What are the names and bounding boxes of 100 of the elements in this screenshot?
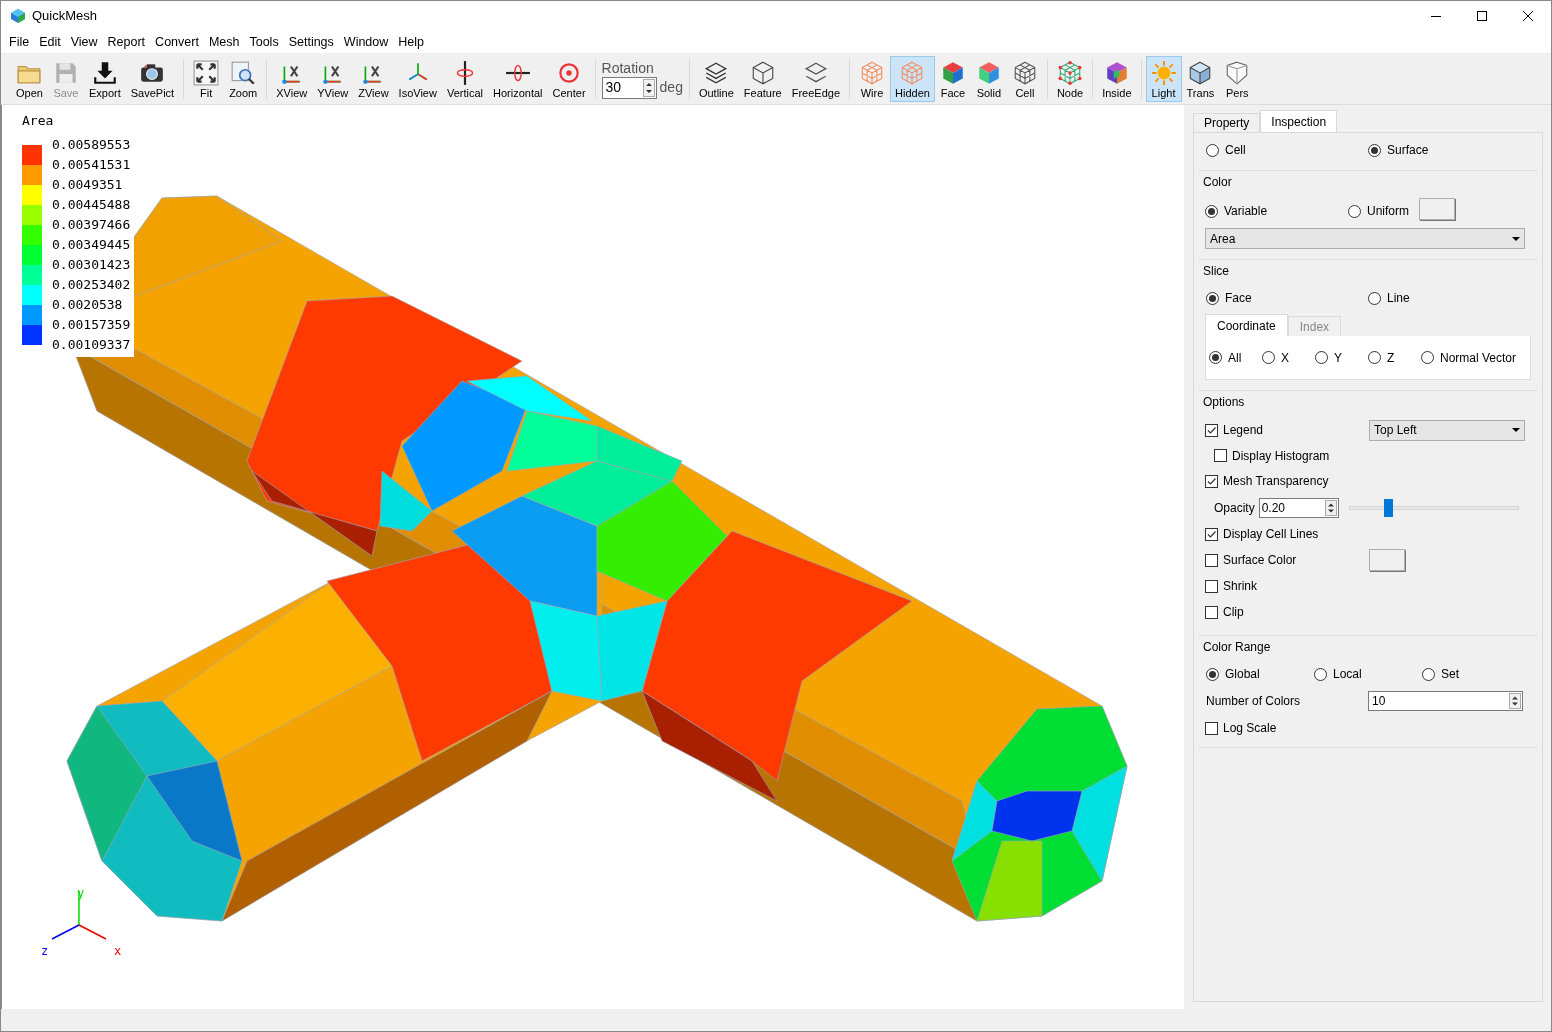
radio-label[interactable]: X <box>1281 348 1289 367</box>
radio-label[interactable]: Line <box>1387 289 1410 307</box>
toolbar-button[interactable]: Wire <box>854 55 891 102</box>
node-cube-icon <box>1057 59 1084 86</box>
checkbox[interactable] <box>1205 553 1218 567</box>
3d-viewport[interactable]: Area 0.00589553 0.00541531 0.0049351 0.00445488 0.00397466 0.00349445 0.00301423 0.00253402 0.0020538 0.00157359 0.00109337 y z x <box>1 105 1184 1009</box>
radio-label[interactable]: Surface <box>1387 141 1429 159</box>
checkbox[interactable] <box>1205 527 1218 541</box>
toolbar-button[interactable]: ZView <box>353 55 394 102</box>
checkbox[interactable] <box>1205 474 1218 488</box>
menu-item[interactable]: Settings <box>283 33 339 51</box>
legend-value: 0.00589553 <box>52 136 131 154</box>
checkbox-label[interactable]: Shrink <box>1223 577 1257 595</box>
toolbar-button[interactable]: Export <box>83 55 126 102</box>
toolbar-button[interactable]: Face <box>934 55 971 102</box>
radio-button[interactable] <box>1206 143 1219 157</box>
radio-button[interactable] <box>1368 143 1381 157</box>
toolbar-button[interactable]: Trans <box>1181 55 1220 102</box>
radio-button[interactable] <box>1206 667 1219 681</box>
menu-item[interactable]: File <box>4 33 35 51</box>
toolbar-button[interactable]: Inside <box>1097 55 1137 102</box>
color-swatch-button[interactable] <box>1369 549 1405 571</box>
toolbar-button[interactable]: Open <box>11 55 48 102</box>
menu-item[interactable]: Tools <box>244 33 284 51</box>
variable-dropdown[interactable]: Area <box>1205 228 1525 249</box>
legend-value: 0.0049351 <box>52 176 124 194</box>
panel-tab[interactable]: Inspection <box>1260 110 1338 132</box>
toolbar-button[interactable]: Horizontal <box>488 55 548 102</box>
toolbar-button[interactable]: IsoView <box>393 55 442 102</box>
radio-button[interactable] <box>1315 351 1328 364</box>
radio-label[interactable]: Set <box>1441 665 1459 683</box>
toolbar-button[interactable]: Node <box>1051 55 1089 102</box>
rotation-spinbox[interactable]: 30 <box>601 76 657 99</box>
checkbox[interactable] <box>1205 721 1218 735</box>
checkbox-label[interactable]: Log Scale <box>1223 719 1277 737</box>
toolbar-button[interactable]: Vertical <box>441 55 488 102</box>
menu-item[interactable]: Window <box>338 33 394 51</box>
number-of-colors-spinbox[interactable]: 10 <box>1368 691 1523 711</box>
toolbar-button[interactable]: Outline <box>693 55 739 102</box>
radio-button[interactable] <box>1314 667 1327 681</box>
checkbox-label[interactable]: Surface Color <box>1223 551 1297 569</box>
window-title: QuickMesh <box>32 7 98 26</box>
toolbar-button[interactable]: Feature <box>738 55 787 102</box>
radio-label[interactable]: All <box>1228 348 1242 367</box>
panel-tab[interactable]: Property <box>1193 113 1261 132</box>
group-title: Slice <box>1202 263 1230 280</box>
radio-label[interactable]: Y <box>1334 348 1342 367</box>
menu-item[interactable]: Edit <box>34 33 66 51</box>
toolbar-button[interactable]: Pers <box>1219 55 1256 102</box>
opacity-spinbox[interactable]: 0.20 <box>1258 497 1339 518</box>
menu-item[interactable]: View <box>65 33 103 51</box>
toolbar-button[interactable]: Hidden <box>890 55 935 102</box>
radio-label[interactable]: Face <box>1225 289 1252 307</box>
radio-button[interactable] <box>1421 351 1434 364</box>
legend-value: 0.00157359 <box>52 316 131 334</box>
toolbar-button[interactable]: Solid <box>970 55 1007 102</box>
toolbar-button[interactable]: Center <box>547 55 591 102</box>
axis-label: y <box>77 887 85 899</box>
radio-label[interactable]: Local <box>1333 665 1362 683</box>
radio-button[interactable] <box>1262 351 1275 364</box>
checkbox[interactable] <box>1205 579 1218 593</box>
group-title: Options <box>1202 394 1246 411</box>
slider-thumb[interactable] <box>1384 498 1394 517</box>
color-swatch-button[interactable] <box>1419 198 1455 220</box>
menu-item[interactable]: Mesh <box>203 33 245 51</box>
radio-button[interactable] <box>1205 204 1218 218</box>
radio-button[interactable] <box>1422 667 1435 681</box>
radio-button[interactable] <box>1348 204 1361 218</box>
radio-button[interactable] <box>1209 351 1222 364</box>
toolbar-button[interactable]: Cell <box>1006 55 1043 102</box>
radio-button[interactable] <box>1206 291 1219 305</box>
radio-button[interactable] <box>1368 351 1381 364</box>
radio-label[interactable]: Uniform <box>1367 202 1409 220</box>
radio-label[interactable]: Normal Vector <box>1440 348 1517 367</box>
menu-item[interactable]: Help <box>393 33 429 51</box>
toolbar-button[interactable]: XView <box>271 55 313 102</box>
checkbox[interactable] <box>1205 423 1218 437</box>
toolbar-button[interactable]: Light <box>1145 55 1182 102</box>
checkbox-label[interactable]: Clip <box>1223 603 1244 621</box>
toolbar-button[interactable]: SavePict <box>125 55 180 102</box>
menu-item[interactable]: Report <box>102 33 151 51</box>
opacity-slider[interactable] <box>1348 497 1519 518</box>
radio-label[interactable]: Global <box>1225 665 1260 683</box>
checkbox[interactable] <box>1205 605 1218 619</box>
menu-item[interactable]: Convert <box>150 33 204 51</box>
checkbox-label[interactable]: Display Cell Lines <box>1223 525 1319 543</box>
radio-label[interactable]: Cell <box>1225 141 1246 159</box>
radio-button[interactable] <box>1368 291 1381 305</box>
checkbox-label[interactable]: Mesh Transparency <box>1223 472 1329 490</box>
toolbar-button[interactable]: FreeEdge <box>786 55 846 102</box>
toolbar-button[interactable]: YView <box>312 55 354 102</box>
toolbar-button[interactable]: Fit <box>188 55 225 102</box>
checkbox[interactable] <box>1214 449 1227 462</box>
checkbox-label[interactable]: Legend <box>1223 421 1264 439</box>
toolbar-button[interactable]: Zoom <box>224 55 263 102</box>
checkbox-label[interactable]: Display Histogram <box>1232 446 1330 465</box>
slice-tab[interactable]: Coordinate <box>1205 314 1288 336</box>
legend-position-dropdown[interactable]: Top Left <box>1369 419 1525 441</box>
radio-label[interactable]: Z <box>1387 348 1395 367</box>
radio-label[interactable]: Variable <box>1224 202 1268 220</box>
